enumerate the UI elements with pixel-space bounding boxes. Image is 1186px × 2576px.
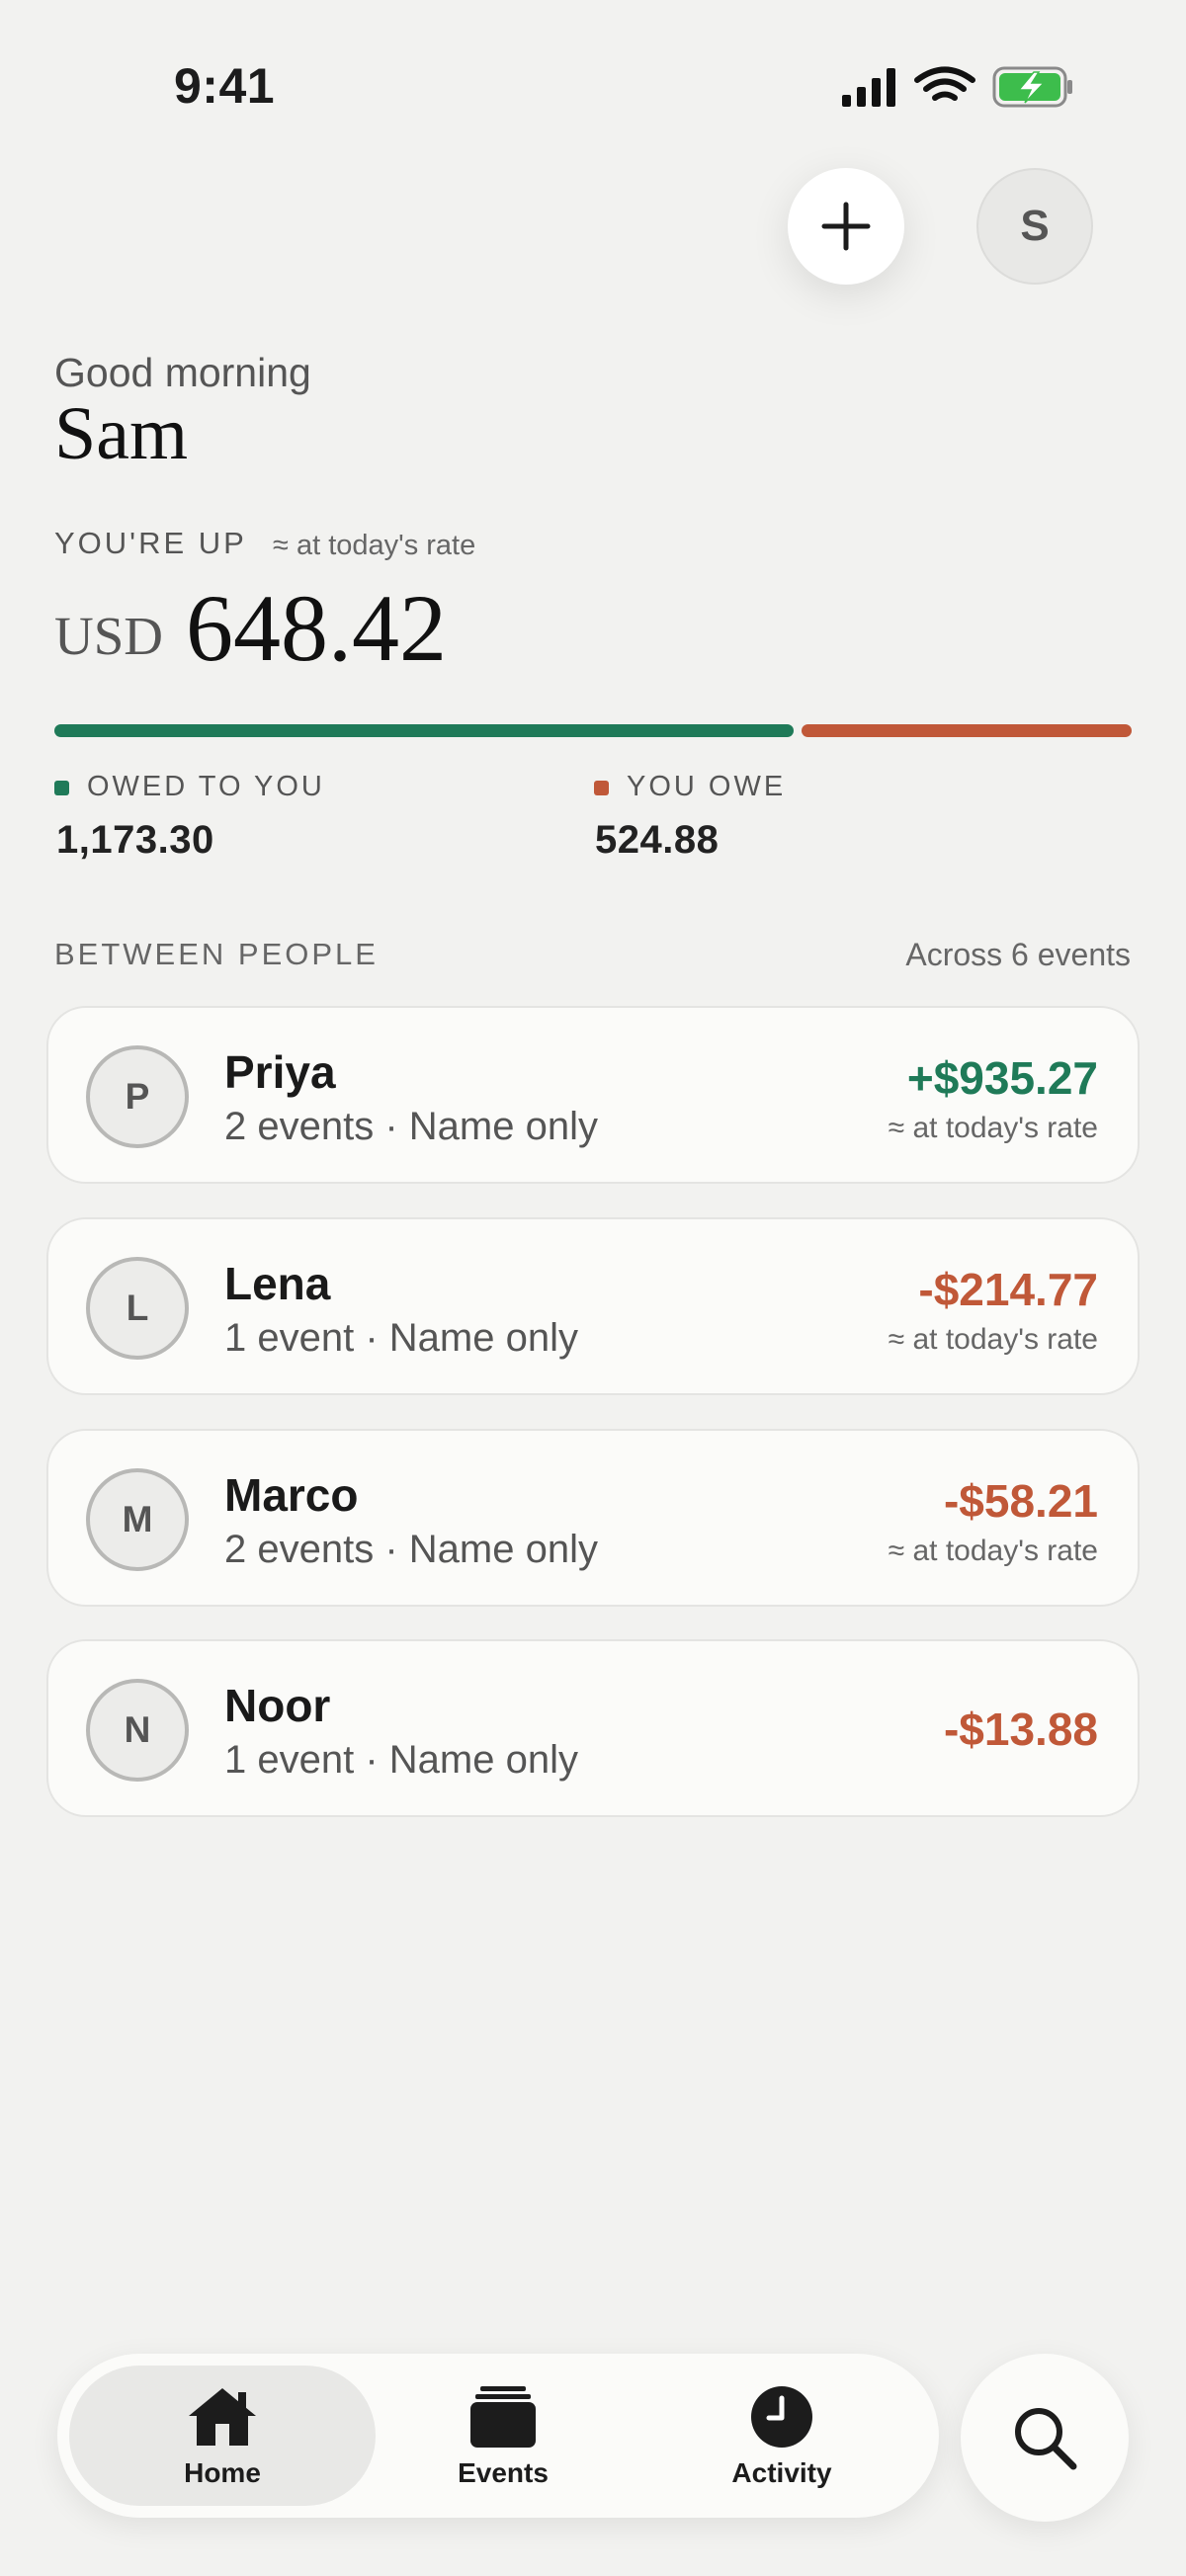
avatar: N [86,1679,189,1782]
person-rate-note: ≈ at today's rate [888,1323,1098,1356]
section-title: BETWEEN PEOPLE [54,937,379,971]
status-icons [842,66,1072,108]
person-balance: +$935.27 [906,1052,1098,1104]
you-owe-label: YOU OWE [627,771,787,802]
owed-to-you-label: OWED TO YOU [87,771,325,802]
add-button[interactable] [788,168,904,285]
tab-events[interactable]: Events [350,2366,656,2506]
person-rate-note: ≈ at today's rate [888,1535,1098,1567]
person-card-priya[interactable]: P Priya 2 events · Name only +$935.27 ≈ … [46,1006,1140,1184]
cellular-signal-icon [842,68,895,107]
rate-note: ≈ at today's rate [273,530,476,561]
user-name: Sam [54,392,189,475]
person-name: Priya [224,1046,336,1098]
search-button[interactable] [961,2354,1129,2522]
owed-to-you-value: 1,173.30 [56,818,214,862]
tab-label: Activity [731,2457,832,2488]
greeting-text: Good morning [54,350,311,395]
status-time: 9:41 [174,58,276,114]
avatar: L [86,1257,189,1360]
avatar: M [86,1468,189,1571]
you-owe-bar [802,724,1132,737]
wifi-icon [914,66,975,101]
person-subtitle: 2 events · Name only [224,1105,598,1148]
person-name: Noor [224,1680,331,1731]
net-balance-amount: 648.42 [186,575,447,681]
search-icon [1015,2408,1077,2470]
stack-icon [464,2382,543,2451]
tab-activity[interactable]: Activity [629,2366,935,2506]
avatar: P [86,1045,189,1148]
home-icon [183,2382,262,2451]
owed-to-you-bar [54,724,794,737]
plus-icon [821,202,871,251]
person-subtitle: 2 events · Name only [224,1528,598,1571]
person-card-marco[interactable]: M Marco 2 events · Name only -$58.21 ≈ a… [46,1429,1140,1607]
person-balance: -$214.77 [918,1264,1098,1315]
profile-button[interactable]: S [976,168,1093,285]
currency-code: USD [54,606,164,666]
person-card-lena[interactable]: L Lena 1 event · Name only -$214.77 ≈ at… [46,1217,1140,1395]
person-name: Marco [224,1469,359,1521]
person-balance: -$13.88 [943,1703,1098,1755]
you-owe-value: 524.88 [595,818,720,862]
person-balance: -$58.21 [943,1475,1098,1527]
person-rate-note: ≈ at today's rate [888,1112,1098,1144]
profile-initial: S [1020,202,1050,250]
person-card-noor[interactable]: N Noor 1 event · Name only -$13.88 [46,1639,1140,1817]
person-subtitle: 1 event · Name only [224,1738,578,1782]
tab-label: Home [184,2457,261,2488]
clock-icon [742,2382,821,2451]
tab-bar: Home Events Activity [57,2354,939,2518]
person-name: Lena [224,1258,331,1309]
battery-charging-icon [992,66,1072,108]
person-subtitle: 1 event · Name only [224,1316,578,1360]
balance-status-label: YOU'RE UP [54,526,247,560]
section-note: Across 6 events [905,937,1131,972]
tab-label: Events [458,2457,549,2488]
tab-home[interactable]: Home [69,2366,376,2506]
you-owe-legend-dot [594,781,609,795]
owed-to-you-legend-dot [54,781,69,795]
